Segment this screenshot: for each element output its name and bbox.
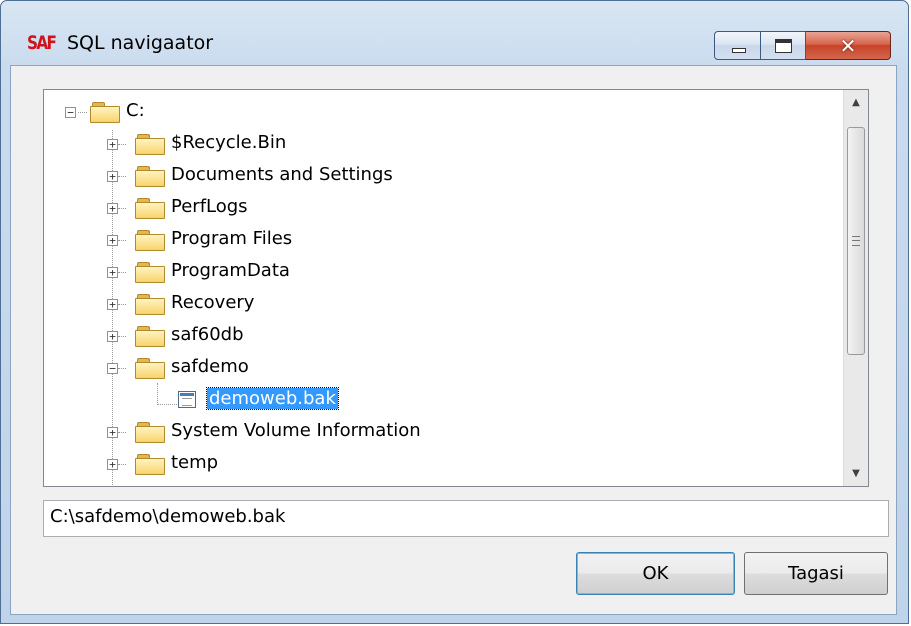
tree-row-root[interactable]: − C:: [44, 97, 844, 127]
close-icon: ✕: [839, 33, 857, 58]
folder-icon: [135, 230, 165, 251]
tree-row[interactable]: + Documents and Settings: [44, 161, 844, 191]
tree-row[interactable]: + ProgramData: [44, 257, 844, 287]
tree-item-label: temp: [171, 452, 219, 473]
scroll-down-button[interactable]: ▼: [844, 461, 868, 486]
grip-icon: [852, 236, 860, 246]
collapse-icon[interactable]: −: [107, 363, 118, 374]
minimize-icon: [732, 48, 746, 53]
tree-row[interactable]: + Recovery: [44, 289, 844, 319]
tree-item-label: $Recycle.Bin: [171, 132, 287, 153]
folder-icon: [135, 422, 165, 443]
tree-item-label: Recovery: [171, 292, 255, 313]
path-input[interactable]: C:\safdemo\demoweb.bak: [43, 500, 889, 537]
tree-item-label: PerfLogs: [171, 196, 248, 217]
tree-connector: [118, 304, 126, 305]
tree-connector: [118, 336, 126, 337]
scrollbar-thumb[interactable]: [847, 127, 865, 355]
expand-icon[interactable]: +: [107, 267, 118, 278]
tree-row-selected-file[interactable]: demoweb.bak: [44, 385, 844, 415]
expand-icon[interactable]: +: [107, 203, 118, 214]
minimize-button[interactable]: [714, 31, 761, 60]
file-icon: [178, 391, 196, 408]
tree-connector: [118, 272, 126, 273]
window-title: SQL navigaator: [67, 32, 214, 54]
folder-icon: [90, 102, 120, 123]
folder-icon: [135, 454, 165, 475]
tree-connector: [118, 240, 126, 241]
tree-connector: [118, 368, 126, 369]
tree-row[interactable]: + System Volume Information: [44, 417, 844, 447]
tree-row-safdemo[interactable]: − safdemo: [44, 353, 844, 383]
tree-row[interactable]: + $Recycle.Bin: [44, 129, 844, 159]
tree-connector: [118, 176, 126, 177]
scroll-down-icon: ▼: [852, 468, 860, 479]
tree-row[interactable]: + temp: [44, 449, 844, 479]
tree-item-label: Program Files: [171, 228, 293, 249]
scroll-up-icon: ▲: [852, 97, 860, 108]
app-logo: SAF: [27, 32, 57, 54]
expand-icon[interactable]: +: [107, 331, 118, 342]
tree-item-label: System Volume Information: [171, 420, 421, 441]
expand-icon[interactable]: +: [107, 299, 118, 310]
folder-icon: [135, 134, 165, 155]
maximize-button[interactable]: [761, 31, 806, 60]
folder-icon: [135, 262, 165, 283]
tree-connector: [118, 432, 126, 433]
cancel-button[interactable]: Tagasi: [744, 552, 888, 595]
collapse-icon[interactable]: −: [65, 107, 76, 118]
expand-icon[interactable]: +: [107, 459, 118, 470]
close-button[interactable]: ✕: [806, 31, 891, 60]
expand-icon[interactable]: +: [107, 171, 118, 182]
selected-file-label: demoweb.bak: [206, 387, 339, 410]
folder-tree[interactable]: − C: + $Recycle.Bin + Documents and Sett…: [43, 89, 869, 487]
tree-item-label: totalcmd: [171, 484, 251, 486]
tree-connector: [118, 144, 126, 145]
folder-icon: [135, 294, 165, 315]
title-bar[interactable]: SAF SQL navigaator ✕: [1, 1, 908, 65]
expand-icon[interactable]: +: [107, 427, 118, 438]
tree-item-label: Documents and Settings: [171, 164, 393, 185]
tree-item-label: safdemo: [171, 356, 249, 377]
folder-icon: [135, 326, 165, 347]
expand-icon[interactable]: +: [107, 235, 118, 246]
tree-row[interactable]: + Program Files: [44, 225, 844, 255]
scroll-up-button[interactable]: ▲: [844, 90, 868, 115]
folder-icon: [135, 358, 165, 379]
tree-row[interactable]: + totalcmd: [44, 481, 844, 487]
dialog-window: SAF SQL navigaator ✕ − C: + $Recycle.Bin…: [0, 0, 909, 624]
folder-icon: [135, 486, 165, 487]
folder-icon: [135, 166, 165, 187]
tree-row[interactable]: + PerfLogs: [44, 193, 844, 223]
expand-icon[interactable]: +: [107, 139, 118, 150]
maximize-icon: [775, 39, 792, 53]
tree-connector: [118, 208, 126, 209]
dialog-client-area: − C: + $Recycle.Bin + Documents and Sett…: [10, 65, 897, 615]
tree-item-label: saf60db: [171, 324, 244, 345]
tree-connector: [118, 464, 126, 465]
vertical-scrollbar[interactable]: ▲ ▼: [843, 90, 868, 486]
tree-row[interactable]: + saf60db: [44, 321, 844, 351]
tree-item-label: ProgramData: [171, 260, 290, 281]
tree-item-label: C:: [126, 100, 145, 121]
folder-icon: [135, 198, 165, 219]
ok-button[interactable]: OK: [576, 552, 735, 595]
